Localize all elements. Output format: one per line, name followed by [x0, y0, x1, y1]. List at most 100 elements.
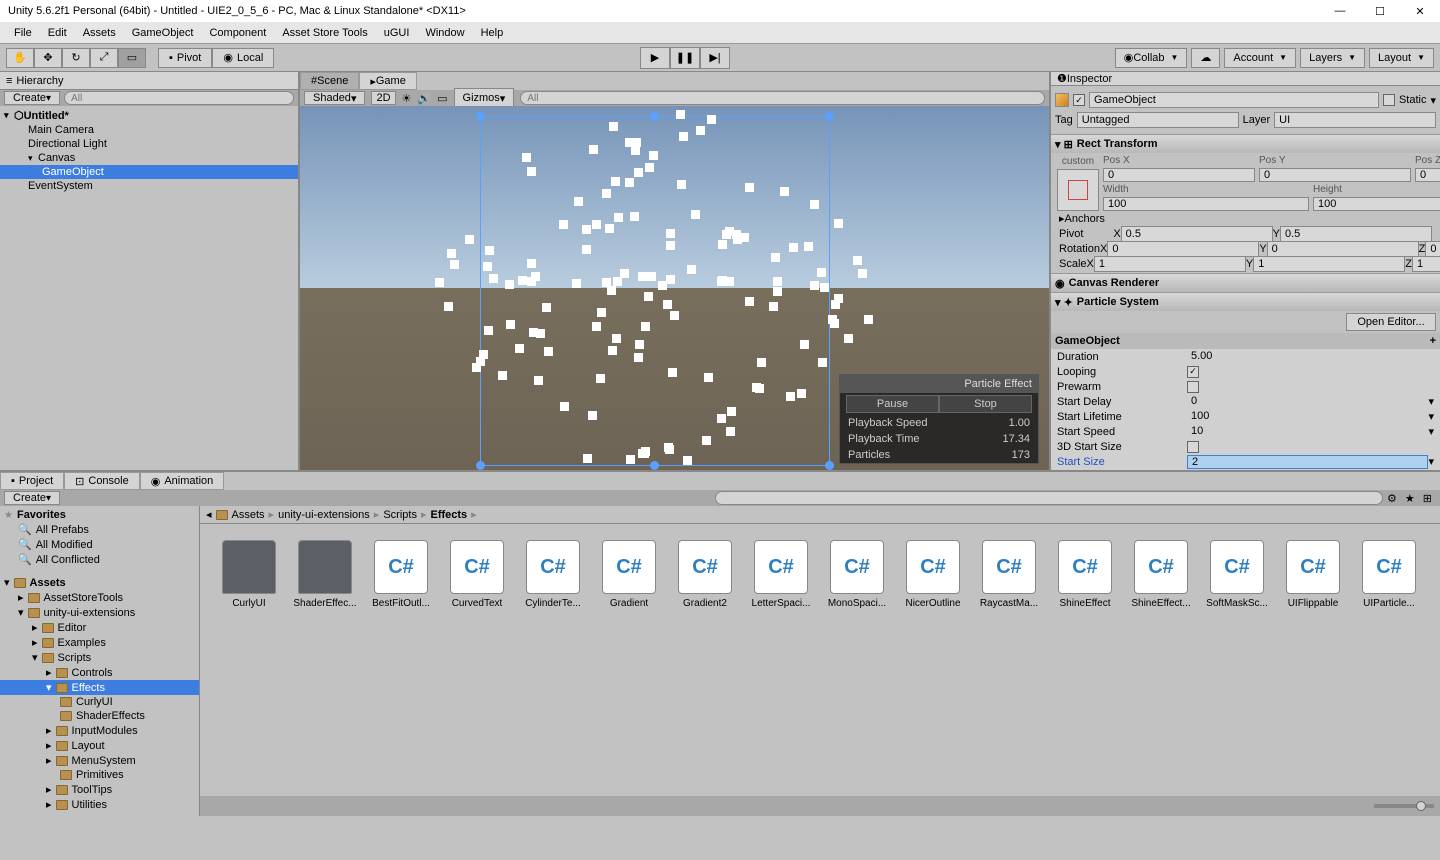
- account-dropdown[interactable]: Account▼: [1224, 48, 1296, 68]
- filter-icon[interactable]: ⚙: [1383, 492, 1401, 505]
- scale-z[interactable]: [1412, 256, 1440, 272]
- bc-scripts[interactable]: Scripts: [383, 509, 417, 521]
- asset-shadereffec[interactable]: ShaderEffec...: [292, 540, 358, 609]
- menu-assets[interactable]: Assets: [75, 27, 124, 39]
- menu-assetstoretools[interactable]: Asset Store Tools: [274, 27, 375, 39]
- bc-ext[interactable]: unity-ui-extensions: [278, 509, 370, 521]
- tree-primitives[interactable]: Primitives: [0, 768, 199, 782]
- static-checkbox[interactable]: [1383, 94, 1395, 106]
- asset-softmasksc[interactable]: C#SoftMaskSc...: [1204, 540, 1270, 609]
- rotate-tool[interactable]: ↻: [62, 48, 90, 68]
- rot-z[interactable]: [1425, 241, 1440, 257]
- tree-menusystem[interactable]: ▸ MenuSystem: [0, 753, 199, 768]
- asset-uiparticle[interactable]: C#UIParticle...: [1356, 540, 1422, 609]
- tree-controls[interactable]: ▸ Controls: [0, 665, 199, 680]
- rect-transform-header[interactable]: ▾ ⊞ Rect Transform: [1051, 135, 1440, 153]
- menu-window[interactable]: Window: [417, 27, 472, 39]
- asset-gradient[interactable]: C#Gradient: [596, 540, 662, 609]
- scene-root[interactable]: ▾⬡ Untitled*: [0, 108, 298, 123]
- menu-file[interactable]: File: [6, 27, 40, 39]
- pause-button[interactable]: ❚❚: [670, 47, 700, 69]
- tree-curlyui[interactable]: CurlyUI: [0, 695, 199, 709]
- particle-system-header[interactable]: ▾ ✦ Particle System: [1051, 293, 1440, 311]
- hand-tool[interactable]: ✋: [6, 48, 34, 68]
- hierarchy-item-camera[interactable]: Main Camera: [0, 123, 298, 137]
- hierarchy-item-canvas[interactable]: ▾Canvas: [0, 151, 298, 165]
- tree-inputmodules[interactable]: ▸ InputModules: [0, 723, 199, 738]
- tree-shadereffects[interactable]: ShaderEffects: [0, 709, 199, 723]
- collab-dropdown[interactable]: ◉ Collab▼: [1115, 48, 1188, 68]
- lighting-icon[interactable]: ☀: [402, 92, 412, 105]
- duration-value[interactable]: 5.00: [1187, 350, 1434, 364]
- rot-y[interactable]: [1267, 241, 1419, 257]
- asset-curlyui[interactable]: CurlyUI: [216, 540, 282, 609]
- minimize-button[interactable]: —: [1328, 5, 1352, 18]
- hierarchy-item-gameobject[interactable]: GameObject: [0, 165, 298, 179]
- menu-ugui[interactable]: uGUI: [376, 27, 418, 39]
- startsize3d-check[interactable]: [1187, 441, 1199, 453]
- asset-niceroutline[interactable]: C#NicerOutline: [900, 540, 966, 609]
- asset-shineeffect[interactable]: C#ShineEffect...: [1128, 540, 1194, 609]
- play-button[interactable]: ▶: [640, 47, 670, 69]
- step-button[interactable]: ▶|: [700, 47, 730, 69]
- pivot-x[interactable]: [1121, 226, 1273, 242]
- asset-cylinderte[interactable]: C#CylinderTe...: [520, 540, 586, 609]
- tree-examples[interactable]: ▸ Examples: [0, 635, 199, 650]
- anchor-preset[interactable]: [1057, 169, 1099, 211]
- thumbnail-slider[interactable]: [1374, 804, 1434, 808]
- open-editor-button[interactable]: Open Editor...: [1346, 313, 1436, 331]
- create-dropdown[interactable]: Create ▾: [4, 91, 60, 105]
- asset-shineeffect[interactable]: C#ShineEffect: [1052, 540, 1118, 609]
- handle-tr[interactable]: [825, 112, 834, 121]
- menu-gameobject[interactable]: GameObject: [124, 27, 202, 39]
- project-create[interactable]: Create ▾: [4, 491, 60, 505]
- startlifetime-value[interactable]: 100: [1187, 410, 1428, 424]
- handle-tm[interactable]: [650, 112, 659, 121]
- audio-icon[interactable]: 🔊: [417, 92, 431, 105]
- menu-component[interactable]: Component: [201, 27, 274, 39]
- handle-br[interactable]: [825, 461, 834, 470]
- local-toggle[interactable]: ◉ Local: [212, 48, 274, 68]
- scene-search[interactable]: [520, 91, 1045, 105]
- pos-y[interactable]: [1259, 168, 1411, 182]
- asset-letterspaci[interactable]: C#LetterSpaci...: [748, 540, 814, 609]
- tab-scene[interactable]: # Scene: [300, 72, 359, 90]
- fav-conflicted[interactable]: 🔍 All Conflicted: [0, 552, 199, 567]
- menu-help[interactable]: Help: [473, 27, 512, 39]
- looping-check[interactable]: ✓: [1187, 366, 1199, 378]
- layers-dropdown[interactable]: Layers▼: [1300, 48, 1365, 68]
- asset-bestfitoutl[interactable]: C#BestFitOutl...: [368, 540, 434, 609]
- asset-monospaci[interactable]: C#MonoSpaci...: [824, 540, 890, 609]
- startspeed-value[interactable]: 10: [1187, 425, 1428, 439]
- maximize-button[interactable]: ☐: [1368, 5, 1392, 18]
- hierarchy-search[interactable]: [64, 91, 294, 105]
- move-tool[interactable]: ✥: [34, 48, 62, 68]
- shading-dropdown[interactable]: Shaded ▾: [304, 91, 365, 105]
- layer-dropdown[interactable]: UI: [1274, 112, 1436, 128]
- pivot-y[interactable]: [1280, 226, 1432, 242]
- width-input[interactable]: [1103, 197, 1309, 211]
- filter-star-icon[interactable]: ★: [1401, 492, 1419, 505]
- layout-dropdown[interactable]: Layout▼: [1369, 48, 1434, 68]
- height-input[interactable]: [1313, 197, 1440, 211]
- bc-assets[interactable]: Assets: [232, 509, 265, 521]
- gizmos-dropdown[interactable]: Gizmos ▾: [454, 88, 515, 108]
- tree-utilities[interactable]: ▸ Utilities: [0, 797, 199, 812]
- particle-stop[interactable]: Stop: [939, 395, 1032, 413]
- startdelay-value[interactable]: 0: [1187, 395, 1428, 409]
- tab-game[interactable]: ▸ Game: [359, 72, 417, 90]
- hierarchy-tab[interactable]: ≡ Hierarchy: [0, 72, 298, 90]
- tree-layout[interactable]: ▸ Layout: [0, 738, 199, 753]
- favorites-root[interactable]: ★Favorites: [0, 508, 199, 522]
- rect-tool[interactable]: ▭: [118, 48, 146, 68]
- pivot-toggle[interactable]: ▪ Pivot: [158, 48, 212, 68]
- close-button[interactable]: ✕: [1408, 5, 1432, 18]
- asset-curvedtext[interactable]: C#CurvedText: [444, 540, 510, 609]
- object-name-input[interactable]: [1089, 92, 1379, 108]
- project-search[interactable]: [715, 491, 1383, 505]
- inspector-tab[interactable]: ❶ Inspector: [1051, 72, 1440, 86]
- tree-assetstoretools[interactable]: ▸ AssetStoreTools: [0, 590, 199, 605]
- tree-scripts[interactable]: ▾ Scripts: [0, 650, 199, 665]
- tree-uiextensions[interactable]: ▾ unity-ui-extensions: [0, 605, 199, 620]
- tree-editor[interactable]: ▸ Editor: [0, 620, 199, 635]
